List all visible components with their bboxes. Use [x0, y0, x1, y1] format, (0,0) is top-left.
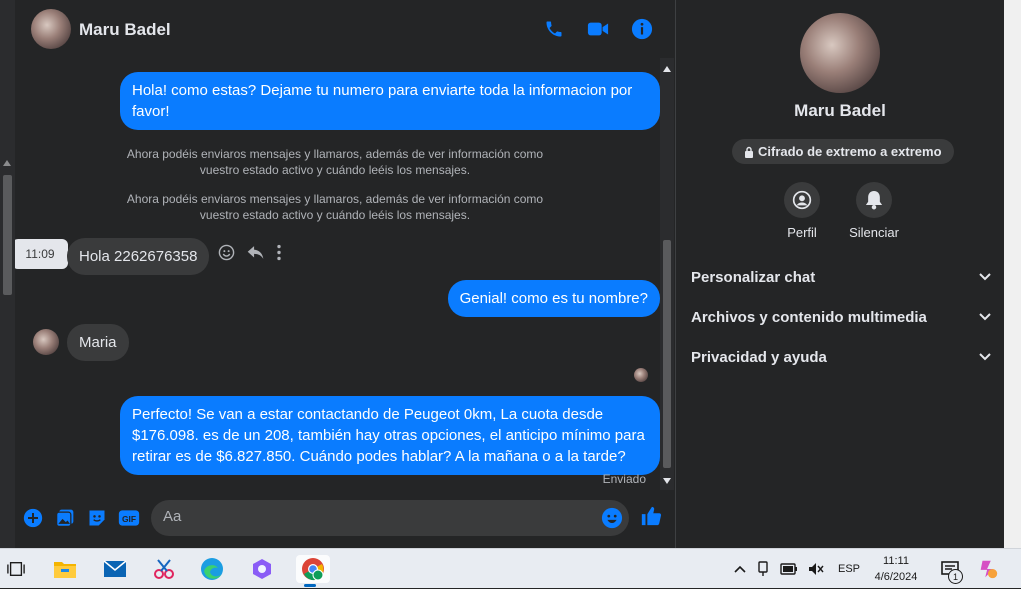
plus-icon[interactable]	[22, 507, 44, 529]
svg-text:GIF: GIF	[122, 514, 136, 524]
message-input-box[interactable]	[151, 500, 629, 536]
scrollbar-thumb[interactable]	[3, 175, 12, 295]
read-receipt-avatar	[634, 368, 648, 382]
more-options-icon[interactable]	[276, 244, 282, 266]
sticker-icon[interactable]	[86, 507, 108, 529]
message-list: Hola! como estas? Dejame tu numero para …	[15, 58, 660, 490]
sender-avatar	[33, 329, 59, 355]
chat-header: Maru Badel	[15, 0, 675, 58]
scroll-down-arrow[interactable]	[663, 478, 671, 484]
copilot-icon[interactable]	[974, 555, 1002, 583]
task-view-icon[interactable]	[2, 555, 30, 583]
mute-button[interactable]: Silenciar	[839, 182, 909, 240]
profile-label: Perfil	[787, 225, 817, 240]
window-edge	[1004, 0, 1021, 548]
copilot-app-icon[interactable]	[248, 555, 276, 583]
encryption-badge[interactable]: Cifrado de extremo a extremo	[732, 139, 954, 164]
video-call-icon[interactable]	[585, 16, 611, 42]
chat-panel: Maru Badel Hola! como estas? Dejame tu n…	[15, 0, 675, 548]
language-indicator[interactable]: ESP	[838, 563, 860, 575]
message-outgoing[interactable]: Genial! como es tu nombre?	[447, 280, 660, 317]
section-label: Personalizar chat	[691, 268, 816, 286]
chat-scrollbar[interactable]	[660, 58, 674, 490]
edge-browser-icon[interactable]	[198, 555, 226, 583]
info-panel: Maru Badel Cifrado de extremo a extremo …	[676, 0, 1004, 548]
system-notice: Ahora podéis enviaros mensajes y llamaro…	[126, 192, 544, 222]
profile-name: Maru Badel	[794, 101, 886, 120]
chevron-down-icon	[979, 313, 991, 321]
snipping-tool-icon[interactable]	[150, 555, 178, 583]
contact-name[interactable]: Maru Badel	[79, 20, 171, 40]
chevron-down-icon	[979, 353, 991, 361]
chevron-up-icon[interactable]	[734, 565, 746, 573]
message-status: Enviado	[602, 472, 646, 486]
scroll-up-arrow[interactable]	[3, 160, 11, 166]
taskbar: ESP 11:11 4/6/2024 1	[0, 548, 1021, 588]
notifications-icon[interactable]: 1	[936, 555, 964, 584]
react-emoji-icon[interactable]	[218, 244, 235, 266]
emoji-icon[interactable]	[601, 507, 623, 534]
thumbs-up-icon[interactable]	[640, 505, 662, 527]
encryption-label: Cifrado de extremo a extremo	[758, 144, 942, 159]
messenger-window: Maru Badel Hola! como estas? Dejame tu n…	[0, 0, 1021, 548]
composer: GIF	[15, 495, 675, 543]
system-tray: ESP	[734, 549, 860, 589]
chrome-browser-icon[interactable]	[296, 555, 330, 587]
file-explorer-icon[interactable]	[51, 555, 79, 583]
info-icon[interactable]	[629, 16, 655, 42]
message-actions	[218, 244, 282, 266]
scroll-up-arrow[interactable]	[663, 66, 671, 72]
left-scrollbar[interactable]	[0, 0, 15, 548]
clock-time: 11:11	[883, 555, 909, 567]
profile-icon	[784, 182, 820, 218]
chevron-down-icon	[979, 273, 991, 281]
message-incoming[interactable]: Hola 2262676358	[67, 238, 210, 275]
scrollbar-thumb[interactable]	[663, 240, 671, 468]
message-outgoing[interactable]: Hola! como estas? Dejame tu numero para …	[120, 72, 660, 130]
section-media-files[interactable]: Archivos y contenido multimedia	[691, 302, 991, 332]
mail-icon[interactable]	[101, 555, 129, 583]
volume-muted-icon[interactable]	[808, 562, 824, 576]
message-outgoing[interactable]: Perfecto! Se van a estar contactando de …	[120, 396, 660, 475]
mute-label: Silenciar	[849, 225, 899, 240]
clock[interactable]: 11:11 4/6/2024	[868, 553, 924, 585]
profile-avatar[interactable]	[800, 13, 880, 93]
timestamp-tooltip: 11:09	[15, 239, 68, 269]
message-incoming[interactable]: Maria	[67, 324, 129, 361]
clock-date: 4/6/2024	[874, 571, 918, 583]
gif-icon[interactable]: GIF	[118, 507, 140, 529]
phone-call-icon[interactable]	[541, 16, 567, 42]
usb-device-icon[interactable]	[756, 561, 770, 577]
system-notice: Ahora podéis enviaros mensajes y llamaro…	[126, 147, 544, 177]
message-input[interactable]	[163, 508, 583, 525]
lock-icon	[745, 146, 753, 158]
bell-icon	[856, 182, 892, 218]
section-label: Privacidad y ayuda	[691, 348, 827, 366]
section-privacy-help[interactable]: Privacidad y ayuda	[691, 342, 991, 372]
profile-button[interactable]: Perfil	[767, 182, 837, 240]
gallery-icon[interactable]	[54, 507, 76, 529]
reply-icon[interactable]	[247, 245, 264, 265]
section-label: Archivos y contenido multimedia	[691, 308, 927, 326]
section-customize-chat[interactable]: Personalizar chat	[691, 262, 991, 292]
contact-avatar[interactable]	[31, 9, 71, 49]
notification-count-badge: 1	[948, 569, 963, 584]
battery-icon[interactable]	[780, 563, 798, 575]
